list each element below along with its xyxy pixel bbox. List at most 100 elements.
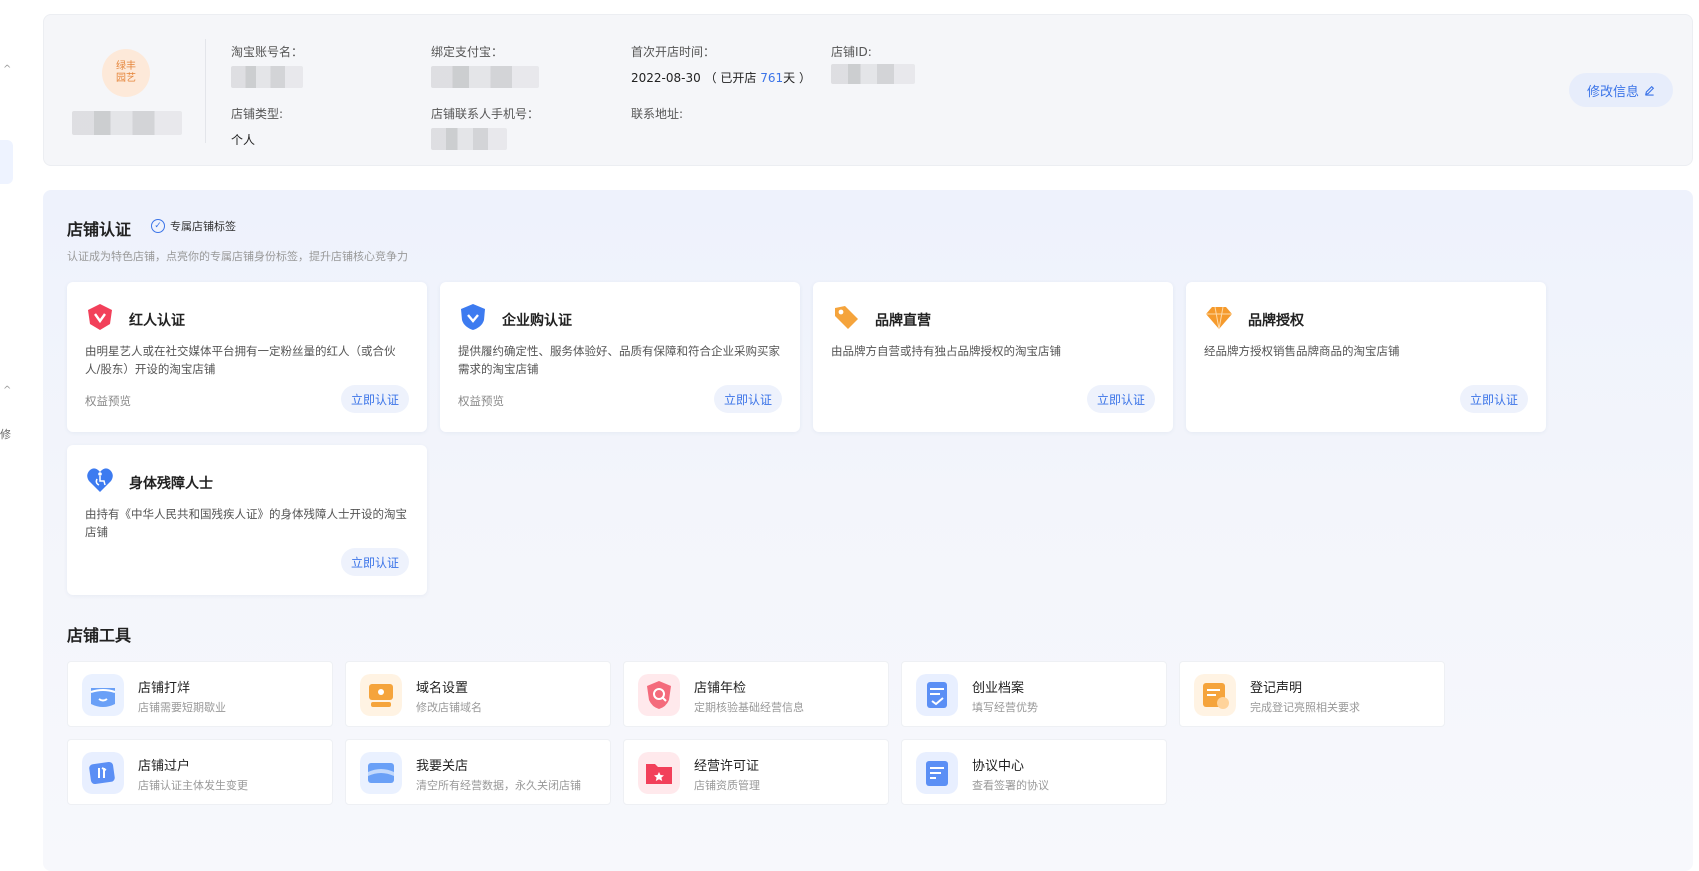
blue-shield-icon [461, 304, 485, 330]
tool-title: 创业档案 [972, 681, 1025, 696]
collapse-caret-icon[interactable]: ^ [3, 64, 11, 75]
tool-desc: 清空所有经营数据，永久关闭店铺 [416, 779, 581, 792]
cert-card-title: 身体残障人士 [129, 476, 213, 492]
cert-card-title: 红人认证 [129, 313, 185, 329]
divider [205, 39, 206, 143]
tool-title: 我要关店 [416, 759, 469, 774]
cert-card-brand-direct[interactable]: 品牌直营 由品牌方自营或持有独占品牌授权的淘宝店铺 立即认证 [813, 282, 1173, 432]
sidebar-active-item[interactable] [0, 140, 13, 184]
collapse-caret-icon[interactable]: ^ [3, 385, 11, 396]
cert-card-desc: 由持有《中华人民共和国残疾人证》的身体残障人士开设的淘宝店铺 [85, 507, 407, 539]
tool-domain-settings[interactable]: 域名设置 修改店铺域名 [345, 661, 611, 727]
tool-annual-check[interactable]: 店铺年检 定期核验基础经营信息 [623, 661, 889, 727]
shop-type-value: 个人 [231, 133, 256, 147]
exclusive-tag-label: 专属店铺标签 [170, 220, 236, 233]
open-prefix: （ 已开店 [704, 71, 761, 85]
certify-now-button[interactable]: 立即认证 [1460, 385, 1528, 413]
edit-pencil-icon [1645, 85, 1655, 96]
shop-type-field: 店铺类型: 个人 [231, 105, 283, 148]
cert-card-desc: 提供履约确定性、服务体验好、品质有保障和符合企业采购买家需求的淘宝店铺 [458, 344, 780, 376]
certify-now-button[interactable]: 立即认证 [341, 385, 409, 413]
certification-title: 店铺认证 [67, 220, 132, 239]
open-suffix: 天 ） [783, 71, 811, 85]
tool-desc: 完成登记亮照相关要求 [1250, 701, 1360, 714]
tools-title: 店铺工具 [67, 626, 132, 645]
field-label: 联系地址: [631, 107, 684, 121]
cert-card-title: 品牌直营 [875, 313, 931, 329]
benefit-preview-link[interactable]: 权益预览 [85, 393, 131, 409]
cert-card-influencer[interactable]: 红人认证 由明星艺人或在社交媒体平台拥有一定粉丝量的红人（或合伙人/股东）开设的… [67, 282, 427, 432]
exclusive-tag[interactable]: ✓ 专属店铺标签 [151, 218, 236, 234]
first-open-value: 2022-08-30 （ 已开店 761天 ） [631, 69, 811, 86]
cert-card-desc: 由明星艺人或在社交媒体平台拥有一定粉丝量的红人（或合伙人/股东）开设的淘宝店铺 [85, 344, 396, 376]
first-open-field: 首次开店时间： 2022-08-30 （ 已开店 761天 ） [631, 43, 811, 86]
address-field: 联系地址: [631, 105, 683, 122]
benefit-preview-link[interactable]: 权益预览 [458, 393, 504, 409]
shop-close-icon [82, 674, 124, 716]
edit-info-button[interactable]: 修改信息 [1569, 73, 1673, 107]
startup-archive-icon [916, 674, 958, 716]
tool-business-license[interactable]: 经营许可证 店铺资质管理 [623, 739, 889, 805]
tool-title: 经营许可证 [694, 759, 760, 774]
registration-icon [1194, 674, 1236, 716]
shop-id-field: 店铺ID: [831, 43, 915, 84]
cert-card-desc: 由品牌方自营或持有独占品牌授权的淘宝店铺 [831, 344, 1061, 358]
tool-title: 店铺年检 [694, 681, 747, 696]
main-panel: 店铺认证 ✓ 专属店铺标签 认证成为特色店铺，点亮你的专属店铺身份标签，提升店铺… [43, 190, 1693, 871]
field-label: 绑定支付宝： [431, 45, 504, 59]
accessibility-heart-icon [87, 468, 113, 492]
cert-card-title: 品牌授权 [1248, 313, 1304, 329]
shop-logo: 绿丰 园艺 [102, 49, 150, 97]
redacted-value [831, 64, 915, 84]
tool-title: 店铺打烊 [138, 681, 191, 696]
tool-desc: 店铺需要短期歇业 [138, 701, 226, 714]
open-days: 761 [760, 71, 784, 85]
tool-desc: 修改店铺域名 [416, 701, 482, 714]
certify-now-button[interactable]: 立即认证 [1087, 385, 1155, 413]
cert-card-brand-authorized[interactable]: 品牌授权 经品牌方授权销售品牌商品的淘宝店铺 立即认证 [1186, 282, 1546, 432]
shop-shutdown-icon [360, 752, 402, 794]
field-label: 首次开店时间： [631, 45, 716, 59]
field-label: 淘宝账号名： [231, 45, 304, 59]
shop-name-redacted [72, 111, 182, 135]
domain-settings-icon [360, 674, 402, 716]
tool-title: 域名设置 [416, 681, 469, 696]
tool-agreement-center[interactable]: 协议中心 查看签署的协议 [901, 739, 1167, 805]
edit-info-label: 修改信息 [1586, 84, 1639, 100]
tool-title: 登记声明 [1250, 681, 1303, 696]
shop-info-card: 绿丰 园艺 淘宝账号名： 绑定支付宝： 首次开店时间： 2022-08-30 （… [43, 14, 1693, 166]
orange-diamond-icon [1206, 306, 1232, 330]
red-shield-icon [88, 304, 112, 330]
tool-desc: 查看签署的协议 [972, 779, 1049, 792]
tool-title: 店铺过户 [138, 759, 191, 774]
shop-logo-text: 绿丰 园艺 [116, 61, 136, 84]
field-label: 店铺联系人手机号： [431, 107, 540, 121]
redacted-value [431, 128, 507, 150]
field-label: 店铺ID: [831, 45, 872, 59]
certify-now-button[interactable]: 立即认证 [341, 548, 409, 576]
cert-card-desc: 经品牌方授权销售品牌商品的淘宝店铺 [1204, 344, 1400, 358]
cert-card-title: 企业购认证 [502, 313, 572, 329]
tool-registration[interactable]: 登记声明 完成登记亮照相关要求 [1179, 661, 1445, 727]
annual-check-icon [638, 674, 680, 716]
certify-now-button[interactable]: 立即认证 [714, 385, 782, 413]
tool-shop-transfer[interactable]: 店铺过户 店铺认证主体发生变更 [67, 739, 333, 805]
tool-shop-close[interactable]: 店铺打烊 店铺需要短期歇业 [67, 661, 333, 727]
tool-startup-archive[interactable]: 创业档案 填写经营优势 [901, 661, 1167, 727]
business-license-icon [638, 752, 680, 794]
tool-title: 协议中心 [972, 759, 1025, 774]
cert-card-disability[interactable]: 身体残障人士 由持有《中华人民共和国残疾人证》的身体残障人士开设的淘宝店铺 立即… [67, 445, 427, 595]
redacted-value [231, 66, 303, 88]
shop-transfer-icon [82, 752, 124, 794]
tool-shop-shutdown[interactable]: 我要关店 清空所有经营数据，永久关闭店铺 [345, 739, 611, 805]
tool-desc: 定期核验基础经营信息 [694, 701, 804, 714]
check-circle-icon: ✓ [151, 219, 165, 233]
tool-desc: 填写经营优势 [972, 701, 1038, 714]
sidebar-item-label[interactable]: 修 [0, 426, 11, 442]
tool-desc: 店铺资质管理 [694, 779, 760, 792]
alipay-field: 绑定支付宝： [431, 43, 539, 88]
contact-phone-field: 店铺联系人手机号： [431, 105, 539, 150]
cert-card-enterprise[interactable]: 企业购认证 提供履约确定性、服务体验好、品质有保障和符合企业采购买家需求的淘宝店… [440, 282, 800, 432]
tool-desc: 店铺认证主体发生变更 [138, 779, 248, 792]
agreement-center-icon [916, 752, 958, 794]
